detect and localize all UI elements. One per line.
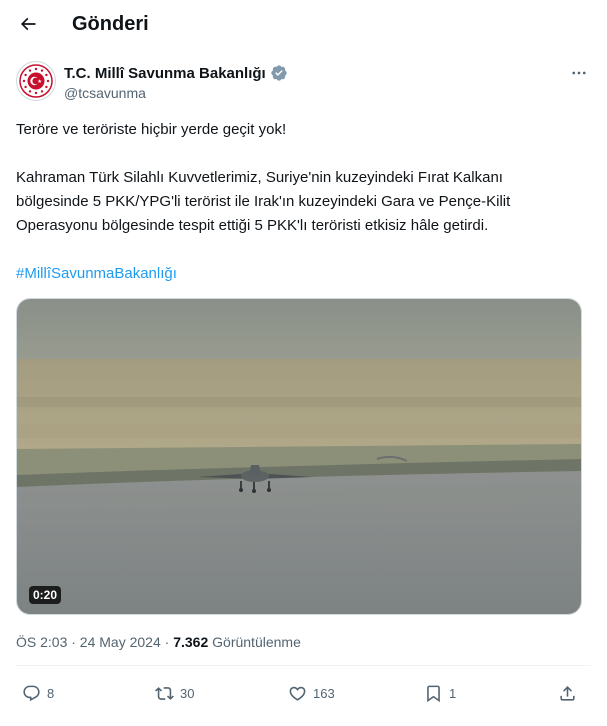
view-label: Görüntülenme [208, 634, 301, 650]
video-thumbnail [17, 299, 581, 614]
top-bar: Gönderi [0, 0, 607, 52]
bookmark-icon [427, 685, 440, 702]
more-options-button[interactable] [567, 61, 591, 85]
hashtag-link[interactable]: #MillîSavunmaBakanlığı [16, 265, 177, 282]
tweet-timestamp[interactable]: ÖS 2:03 · 24 May 2024 · [16, 634, 173, 650]
reply-count: 8 [47, 685, 55, 701]
like-icon [289, 686, 306, 701]
divider [16, 665, 591, 666]
page-title: Gönderi [72, 13, 149, 35]
author-name[interactable]: T.C. Millî Savunma Bakanlığı [64, 64, 288, 82]
repost-icon [155, 686, 174, 700]
author-name-text: T.C. Millî Savunma Bakanlığı [64, 64, 266, 82]
author-handle[interactable]: @tcsavunma [64, 85, 146, 101]
more-horizontal-icon [572, 71, 586, 75]
avatar[interactable] [16, 61, 56, 101]
tweet-line: Operasyonu bölgesinde tespit ettiği 5 PK… [16, 217, 489, 234]
tweet-line: Kahraman Türk Silahlı Kuvvetlerimiz, Sur… [16, 169, 503, 186]
tweet-text: Teröre ve teröriste hiçbir yerde geçit y… [16, 118, 591, 286]
like-button[interactable]: 163 [288, 678, 335, 708]
verified-badge-icon [271, 65, 287, 81]
video-duration: 0:20 [29, 586, 62, 604]
ministry-emblem-icon [19, 64, 53, 98]
reply-icon [23, 685, 40, 701]
action-bar: 8 30 163 1 [0, 678, 607, 708]
back-button[interactable] [14, 10, 42, 38]
tweet-author: T.C. Millî Savunma Bakanlığı @tcsavunma [16, 61, 591, 105]
bookmark-count: 1 [449, 685, 457, 701]
arrow-left-icon [20, 17, 36, 31]
repost-count: 30 [180, 685, 195, 701]
repost-button[interactable]: 30 [155, 678, 194, 708]
view-count: 7.362 [173, 634, 209, 650]
tweet-line: bölgesinde 5 PKK/YPG'li terörist ile Ira… [16, 193, 511, 210]
reply-button[interactable]: 8 [22, 678, 54, 708]
tweet-line: Teröre ve teröriste hiçbir yerde geçit y… [16, 121, 287, 138]
like-count: 163 [313, 685, 335, 701]
tweet-meta: ÖS 2:03 · 24 May 2024 · 7.362 Görüntülen… [16, 634, 301, 650]
bookmark-button[interactable]: 1 [424, 678, 456, 708]
share-icon [560, 685, 575, 701]
video-player[interactable]: 0:20 [16, 298, 582, 615]
share-button[interactable] [558, 678, 577, 708]
